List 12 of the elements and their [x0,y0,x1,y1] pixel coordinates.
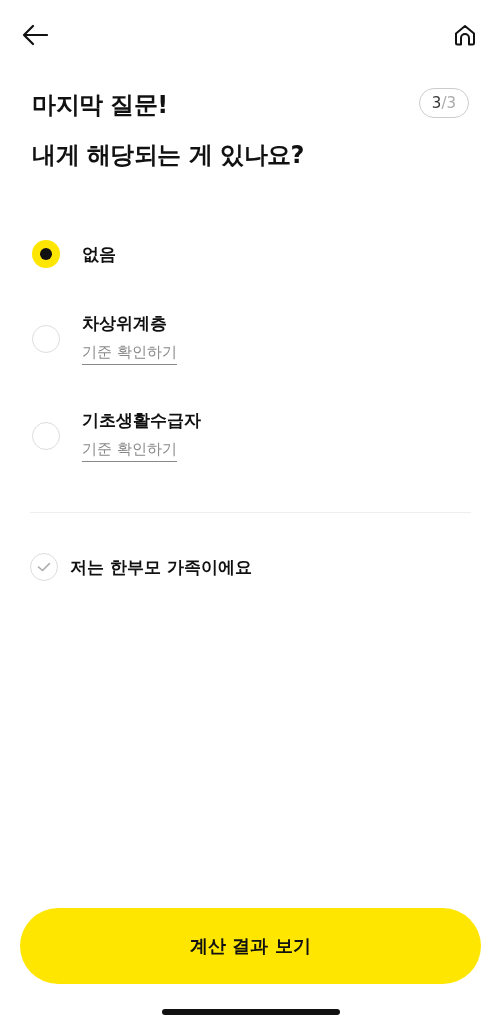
option-label[interactable]: 기초생활수급자 [82,409,201,432]
checkbox-label[interactable]: 저는 한부모 가족이에요 [70,555,252,579]
criteria-link[interactable]: 기준 확인하기 [82,343,177,365]
home-icon[interactable] [453,23,477,47]
radio-button[interactable] [32,240,60,268]
question-title: 마지막 질문! 내게 해당되는 게 있나요? [32,90,304,171]
criteria-link[interactable]: 기준 확인하기 [82,440,177,462]
submit-button[interactable]: 계산 결과 보기 [20,908,481,984]
option-label[interactable]: 차상위계층 [82,312,177,335]
check-icon [37,562,51,572]
option-label[interactable]: 없음 [82,242,116,266]
back-icon[interactable] [22,24,48,46]
